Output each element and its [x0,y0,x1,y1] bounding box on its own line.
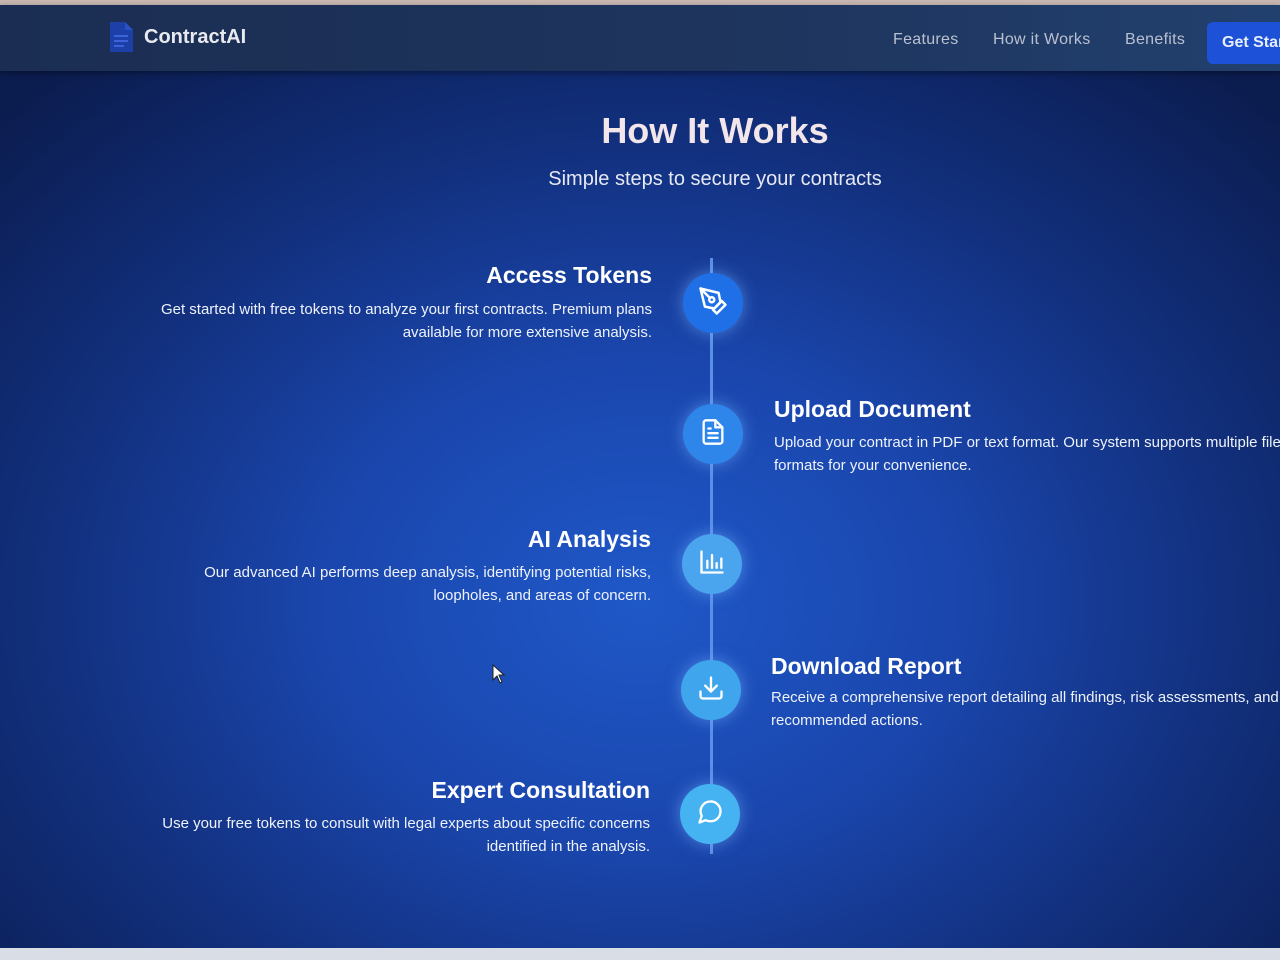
section-subtitle: Simple steps to secure your contracts [548,168,882,190]
description-line: formats for your convenience. [774,457,972,474]
pen-nib-icon [698,286,728,321]
nav-link-how-it-works[interactable]: How it Works [993,31,1091,49]
step-circle-upload-document [683,404,743,464]
section-title: How It Works [601,110,829,151]
description-line: Receive a comprehensive report detailing… [771,689,1279,706]
step-circle-ai-analysis [682,534,742,594]
description-line: Use your free tokens to consult with leg… [162,815,650,832]
document-logo-icon [108,21,134,53]
download-icon [697,674,725,707]
description-line: loopholes, and areas of concern. [433,587,651,604]
step-title-ai-analysis: AI Analysis [527,526,651,552]
logo[interactable]: ContractAI [108,21,246,53]
document-icon [699,417,727,452]
step-circle-download-report [681,660,741,720]
step-title-expert-consultation: Expert Consultation [431,777,650,803]
step-circle-expert-consultation [680,784,740,844]
step-description-upload-document: Upload your contract in PDF or text form… [774,431,1280,477]
step-title-download-report: Download Report [771,653,962,679]
get-started-button[interactable]: Get Started [1207,22,1280,64]
bar-chart-icon [698,548,726,581]
screen-bezel-bottom [0,948,1280,960]
step-title-access-tokens: Access Tokens [486,262,652,288]
navbar: ContractAI Features How it Works Benefit… [0,5,1280,71]
brand-name: ContractAI [144,25,247,48]
step-description-expert-consultation: Use your free tokens to consult with leg… [100,812,650,858]
nav-link-benefits[interactable]: Benefits [1125,31,1185,49]
description-line: available for more extensive analysis. [402,324,652,341]
step-title-upload-document: Upload Document [774,396,971,422]
mouse-cursor-icon [492,663,506,689]
description-line: Upload your contract in PDF or text form… [774,434,1280,451]
step-circle-access-tokens [683,273,743,333]
description-line: Get started with free tokens to analyze … [160,301,652,318]
step-description-access-tokens: Get started with free tokens to analyze … [100,298,652,344]
step-description-download-report: Receive a comprehensive report detailing… [771,686,1280,732]
description-line: recommended actions. [771,712,923,729]
description-line: Our advanced AI performs deep analysis, … [204,564,651,581]
step-description-ai-analysis: Our advanced AI performs deep analysis, … [100,561,651,607]
description-line: identified in the analysis. [486,838,650,855]
nav-link-features[interactable]: Features [893,31,959,49]
chat-bubble-icon [696,798,724,831]
